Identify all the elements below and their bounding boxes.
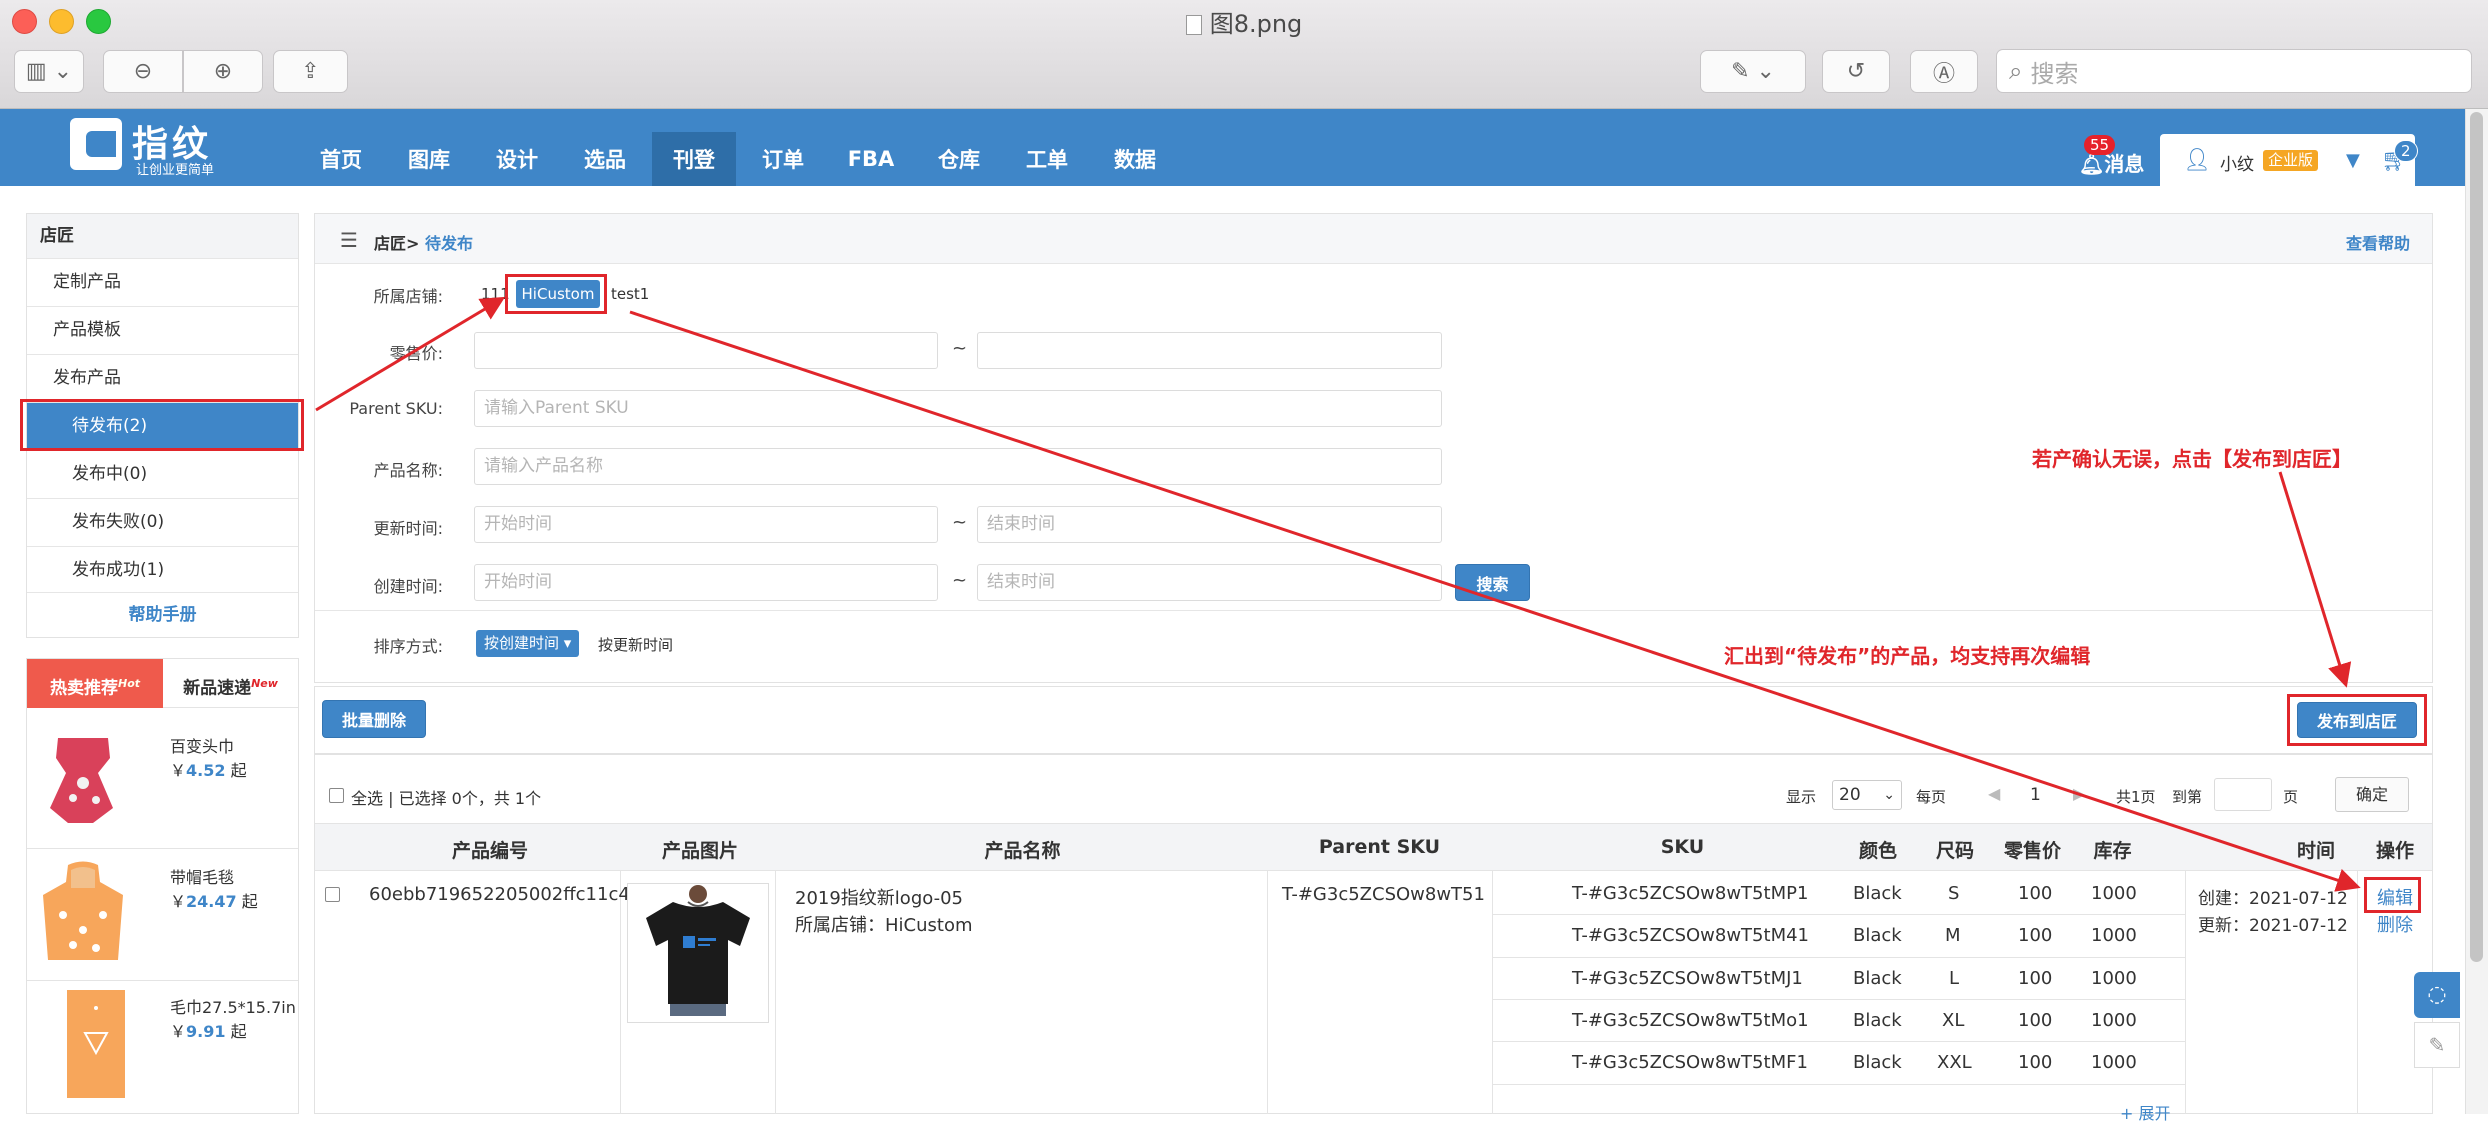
annotation-edit-note: 汇出到“待发布”的产品，均支持再次编辑: [1724, 644, 2091, 668]
annotation-arrows: [315, 296, 2361, 892]
arrow-sidebar-to-store: [315, 296, 506, 412]
arrow-store-to-edit: [629, 310, 2361, 892]
annotation-publish-note: 若产确认无误，点击【发布到店匠】: [2032, 447, 2352, 471]
arrow-note-to-publish: [2278, 471, 2352, 688]
